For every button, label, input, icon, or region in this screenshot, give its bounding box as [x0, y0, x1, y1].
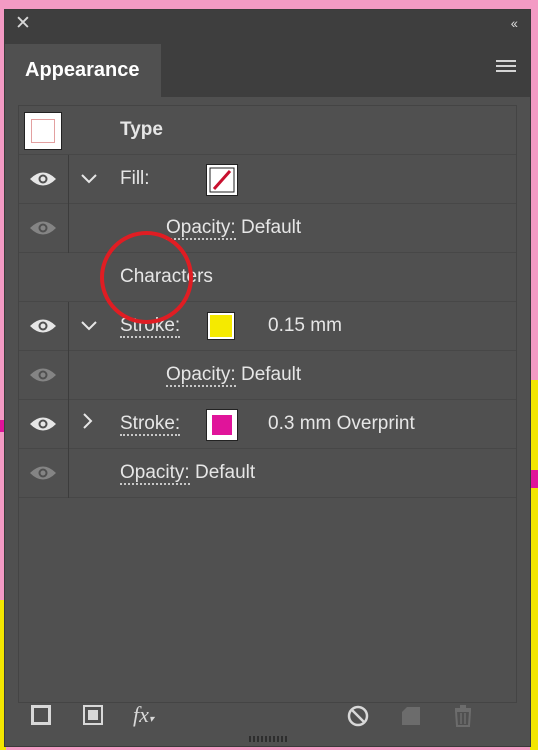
appearance-list: Type Fill: Opacity: Default Characters S… — [18, 105, 517, 703]
highlight-circle — [100, 231, 193, 324]
chevron-down-icon[interactable] — [81, 315, 97, 336]
appearance-panel: ✕ ‹‹ Appearance Type Fill: Opacity: Defa… — [4, 9, 531, 747]
type-label: Type — [120, 119, 163, 140]
close-icon[interactable]: ✕ — [15, 14, 31, 34]
type-thumbnail — [24, 112, 62, 150]
opacity-value: Default — [240, 217, 302, 238]
eye-icon[interactable] — [29, 219, 57, 237]
tab-appearance[interactable]: Appearance — [5, 44, 161, 97]
add-new-fill-icon[interactable] — [83, 705, 103, 725]
stroke-swatch[interactable] — [207, 312, 235, 340]
eye-icon[interactable] — [29, 415, 57, 433]
characters-row[interactable]: Characters — [19, 253, 516, 302]
chevron-down-icon[interactable] — [81, 168, 97, 189]
stroke-link[interactable]: Stroke: — [120, 413, 181, 436]
tab-strip: Appearance — [5, 38, 530, 97]
stroke-swatch[interactable] — [206, 409, 238, 441]
stroke-opacity-row[interactable]: Opacity: Default — [19, 351, 516, 400]
eye-icon[interactable] — [29, 366, 57, 384]
opacity-link[interactable]: Opacity: — [166, 217, 236, 240]
panel-footer: fx▾ — [5, 692, 530, 742]
stroke-weight[interactable]: 0.15 mm — [268, 315, 342, 337]
eye-icon[interactable] — [29, 170, 57, 188]
fill-opacity-row[interactable]: Opacity: Default — [19, 204, 516, 253]
add-new-stroke-icon[interactable] — [31, 705, 51, 725]
stroke-weight[interactable]: 0.3 mm Overprint — [268, 413, 415, 435]
chevron-right-icon[interactable] — [81, 413, 93, 434]
eye-icon[interactable] — [29, 464, 57, 482]
eye-icon[interactable] — [29, 317, 57, 335]
opacity-row[interactable]: Opacity: Default — [19, 449, 516, 498]
fill-swatch[interactable] — [206, 164, 238, 196]
opacity-link[interactable]: Opacity: — [166, 364, 236, 387]
background-art — [530, 470, 538, 488]
duplicate-item-icon — [402, 707, 420, 725]
fill-row[interactable]: Fill: — [19, 155, 516, 204]
clear-appearance-icon[interactable] — [347, 705, 369, 727]
panel-titlebar: ✕ ‹‹ — [5, 10, 530, 38]
collapse-icon[interactable]: ‹‹ — [511, 15, 518, 31]
resize-grip[interactable] — [249, 736, 289, 742]
tab-label: Appearance — [25, 59, 140, 81]
fx-icon[interactable]: fx▾ — [133, 702, 154, 728]
stroke-row[interactable]: Stroke: 0.3 mm Overprint — [19, 400, 516, 449]
stroke-row[interactable]: Stroke: 0.15 mm — [19, 302, 516, 351]
background-art — [530, 380, 538, 750]
opacity-link[interactable]: Opacity: — [120, 462, 190, 485]
type-row[interactable]: Type — [19, 106, 516, 155]
fill-label: Fill: — [120, 168, 150, 189]
opacity-value: Default — [194, 462, 256, 483]
panel-menu-icon[interactable] — [496, 60, 516, 75]
opacity-value: Default — [240, 364, 302, 385]
trash-icon — [454, 705, 472, 727]
